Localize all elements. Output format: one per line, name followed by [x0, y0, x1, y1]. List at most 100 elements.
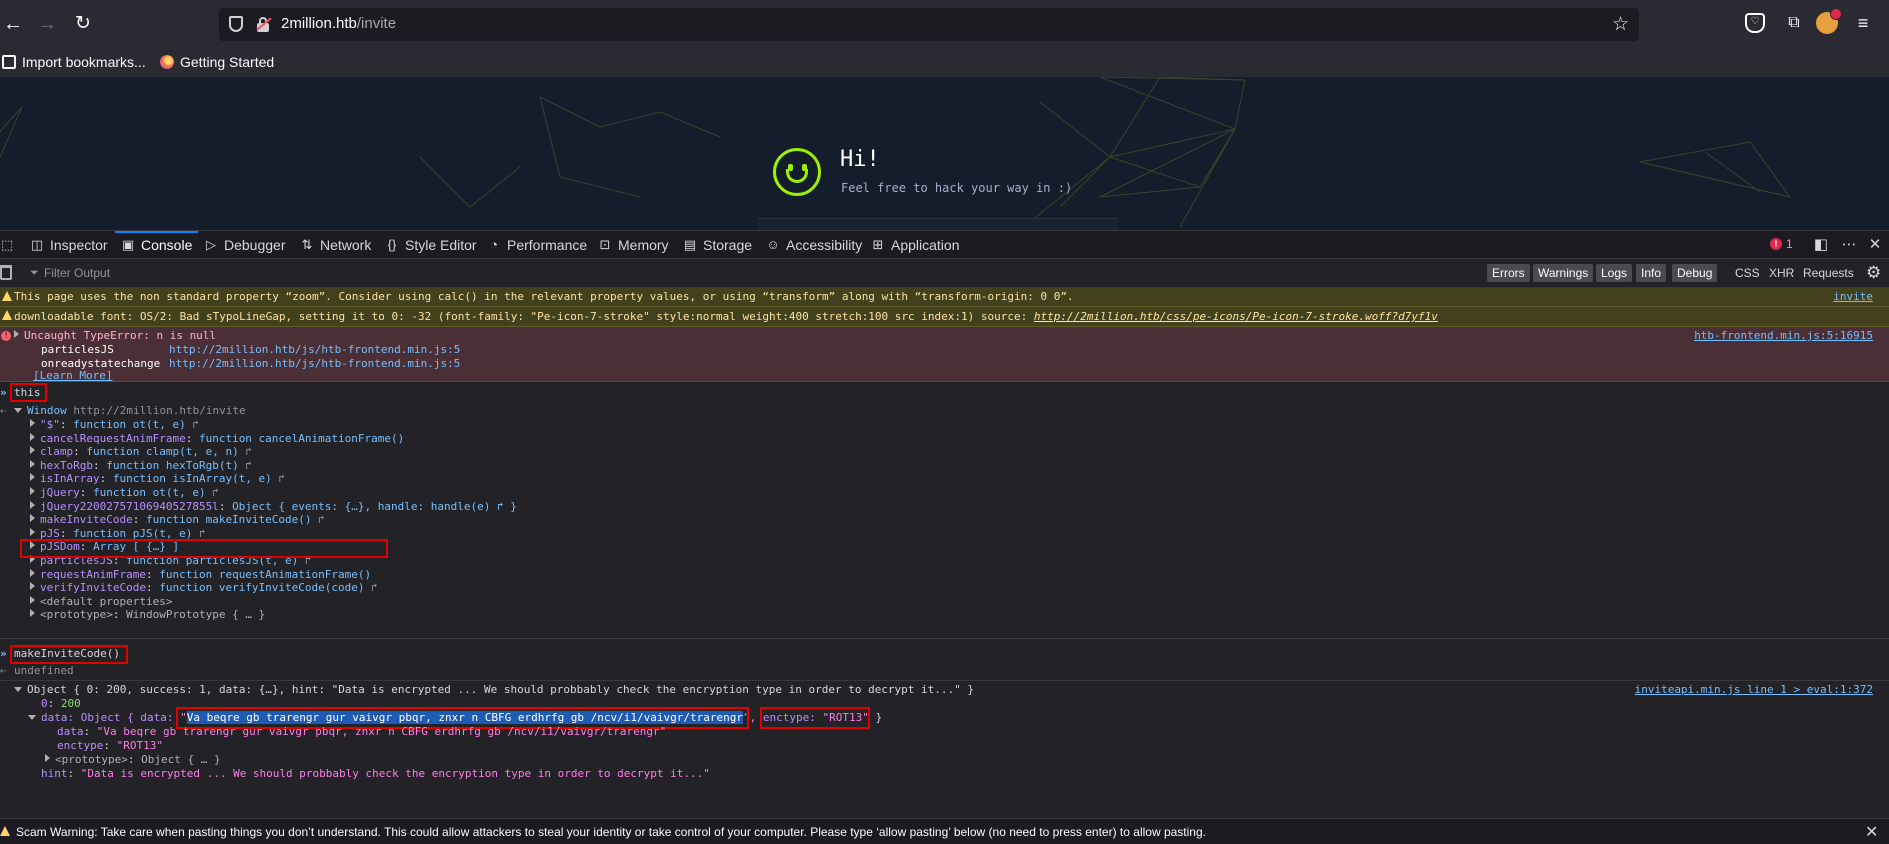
filter-debug-button[interactable]: Debug	[1672, 264, 1718, 282]
window-property-row[interactable]: clamp: function clamp(t, e, n) ↱	[0, 445, 1889, 459]
window-property[interactable]: verifyInviteCode: function verifyInviteC…	[30, 581, 378, 595]
tab-network[interactable]: ⇅ Network	[300, 231, 372, 259]
filter-info-button[interactable]: Info	[1636, 264, 1667, 282]
window-property[interactable]: cancelRequestAnimFrame: function cancelA…	[30, 432, 404, 446]
jump-to-definition-icon[interactable]: ↱	[239, 445, 252, 458]
close-devtools-icon[interactable]: ✕	[1866, 236, 1884, 254]
prop-value: "Data is encrypted ... We should probbab…	[80, 767, 710, 780]
stack-source-link[interactable]: http://2million.htb/js/htb-frontend.min.…	[169, 343, 460, 356]
tab-label: Application	[891, 237, 960, 253]
account-avatar-icon[interactable]	[1816, 8, 1842, 34]
filter-xhr-button[interactable]: XHR	[1769, 264, 1794, 282]
jump-to-definition-icon[interactable]: ↱	[272, 472, 285, 485]
filter-output-input[interactable]	[28, 264, 928, 282]
bookmark-import[interactable]: Import bookmarks...	[2, 54, 146, 70]
window-property-row[interactable]: cancelRequestAnimFrame: function cancelA…	[0, 432, 1889, 446]
learn-more-link[interactable]: [Learn More]	[33, 369, 112, 382]
pick-element-icon[interactable]: ⬚	[0, 231, 14, 259]
reload-icon[interactable]: ↻	[72, 13, 94, 35]
window-property[interactable]: jQuery: function ot(t, e) ↱	[30, 486, 219, 500]
window-property[interactable]: clamp: function clamp(t, e, n) ↱	[30, 445, 252, 459]
jump-to-definition-icon[interactable]: ↱	[365, 581, 378, 594]
scam-warning-text: Scam Warning: Take care when pasting thi…	[16, 825, 1206, 839]
tab-inspector[interactable]: ◫ Inspector	[30, 231, 108, 259]
jump-to-definition-icon[interactable]: ↱	[206, 486, 219, 499]
insecure-lock-icon[interactable]	[256, 17, 272, 32]
window-property-row[interactable]: requestAnimFrame: function requestAnimat…	[0, 568, 1889, 582]
window-property[interactable]: <prototype>: WindowPrototype { … }	[30, 608, 265, 622]
window-property-row[interactable]: <prototype>: WindowPrototype { … }	[0, 608, 1889, 622]
object-prop-row: hint: "Data is encrypted ... We should p…	[0, 767, 1889, 781]
back-arrow-icon[interactable]: ←	[2, 13, 24, 35]
hamburger-menu-icon[interactable]: ≡	[1853, 13, 1873, 33]
prop-value: function isInArray(t, e)	[112, 472, 272, 486]
tab-label: Console	[141, 237, 193, 253]
prop-key: pJS	[40, 526, 60, 540]
tab-application[interactable]: ⊞ Application	[871, 231, 960, 259]
window-property[interactable]: makeInviteCode: function makeInviteCode(…	[30, 513, 325, 527]
extensions-puzzle-icon[interactable]: ⧉	[1784, 13, 1804, 33]
close-icon[interactable]: ✕	[1865, 822, 1878, 842]
bookmark-getting-started[interactable]: Getting Started	[160, 54, 274, 70]
highlight-box	[10, 645, 128, 664]
more-options-icon[interactable]: ⋯	[1840, 236, 1858, 254]
window-property[interactable]: "$": function ot(t, e) ↱	[30, 418, 199, 432]
tab-console[interactable]: ▣ Console	[114, 231, 199, 259]
particles-background	[0, 77, 1792, 230]
object-summary[interactable]: Object { 0: 200, success: 1, data: {…}, …	[14, 683, 974, 697]
window-property-row[interactable]: isInArray: function isInArray(t, e) ↱	[0, 472, 1889, 486]
tab-style-editor[interactable]: {} Style Editor	[385, 231, 477, 259]
dock-side-icon[interactable]: ◧	[1812, 236, 1830, 254]
url-bar[interactable]: 2million.htb/invite ☆	[219, 8, 1639, 41]
logged-object-row: Object { 0: 200, success: 1, data: {…}, …	[0, 683, 1889, 697]
window-property-row[interactable]: hexToRgb: function hexToRgb(t) ↱	[0, 459, 1889, 473]
tab-memory[interactable]: ⊡ Memory	[598, 231, 669, 259]
stack-source-link[interactable]: http://2million.htb/js/htb-frontend.min.…	[169, 357, 460, 370]
pocket-icon[interactable]: ♡	[1745, 13, 1765, 33]
window-property[interactable]: jQuery22002757106940527855l: Object { ev…	[30, 500, 517, 514]
filter-requests-button[interactable]: Requests	[1803, 264, 1854, 282]
tab-performance[interactable]: ◔ Performance	[487, 231, 587, 259]
forward-arrow-icon[interactable]: →	[36, 13, 58, 35]
window-property-row[interactable]: jQuery: function ot(t, e) ↱	[0, 486, 1889, 500]
error-icon: !	[1, 331, 11, 341]
error-source-link[interactable]: htb-frontend.min.js:5:16915	[1694, 329, 1873, 342]
trash-icon[interactable]	[0, 265, 12, 280]
highlight-box	[10, 383, 47, 402]
tracking-protection-shield-icon[interactable]	[229, 16, 243, 32]
window-property-row[interactable]: <default properties>	[0, 595, 1889, 609]
prop-value: Object { … }	[141, 753, 221, 766]
window-property[interactable]: <default properties>	[30, 595, 172, 609]
window-property[interactable]: hexToRgb: function hexToRgb(t) ↱	[30, 459, 252, 473]
jump-to-definition-icon[interactable]: ↱	[192, 527, 206, 540]
window-property-row[interactable]: makeInviteCode: function makeInviteCode(…	[0, 513, 1889, 527]
window-property[interactable]: isInArray: function isInArray(t, e) ↱	[30, 472, 285, 486]
highlight-box	[20, 539, 388, 558]
font-source-link[interactable]: http://2million.htb/css/pe-icons/Pe-icon…	[1034, 310, 1438, 323]
object-source-link[interactable]: inviteapi.min.js line 1 > eval:1:372	[1635, 683, 1873, 697]
filter-errors-button[interactable]: Errors	[1487, 264, 1530, 282]
filter-warnings-button[interactable]: Warnings	[1533, 264, 1594, 282]
jump-to-definition-icon[interactable]: ↱	[312, 513, 325, 526]
prop-value: function hexToRgb(t)	[106, 458, 239, 472]
tab-storage[interactable]: ▤ Storage	[683, 231, 752, 259]
warning-source-link[interactable]: invite	[1833, 288, 1873, 306]
url-text[interactable]: 2million.htb/invite	[281, 15, 396, 32]
jump-to-definition-icon[interactable]: ↱	[186, 418, 199, 431]
filter-css-button[interactable]: CSS	[1735, 264, 1760, 282]
error-count-badge[interactable]: ! 1	[1770, 237, 1793, 251]
tab-debugger[interactable]: ▷ Debugger	[204, 231, 286, 259]
tab-accessibility[interactable]: ☺ Accessibility	[766, 231, 862, 259]
window-property-row[interactable]: verifyInviteCode: function verifyInviteC…	[0, 581, 1889, 595]
filter-logs-button[interactable]: Logs	[1596, 264, 1633, 282]
window-property-row[interactable]: "$": function ot(t, e) ↱	[0, 418, 1889, 432]
window-object[interactable]: Window http://2million.htb/invite	[14, 404, 246, 418]
console-settings-gear-icon[interactable]: ⚙	[1866, 263, 1881, 283]
window-property-row[interactable]: jQuery22002757106940527855l: Object { ev…	[0, 500, 1889, 514]
window-property[interactable]: requestAnimFrame: function requestAnimat…	[30, 568, 371, 582]
jump-to-definition-icon[interactable]: ↱	[239, 459, 252, 472]
bookmark-star-icon[interactable]: ☆	[1612, 13, 1629, 36]
bookmarks-toolbar: Import bookmarks... Getting Started	[0, 49, 1889, 77]
error-message[interactable]: Uncaught TypeError: n is null	[14, 329, 216, 342]
object-prop[interactable]: <prototype>: Object { … }	[45, 753, 221, 767]
